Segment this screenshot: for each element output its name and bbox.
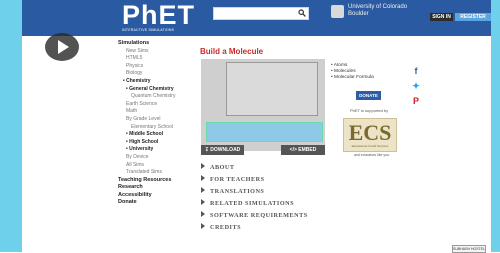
- nav-general-chemistry[interactable]: • General Chemistry: [118, 86, 198, 94]
- sponsor-logo-subtitle: Educational Credit Services: [351, 144, 389, 148]
- nav-research[interactable]: Research: [118, 184, 198, 192]
- topic-list: • Atoms • Molecules • Molecular Formula: [331, 63, 374, 81]
- section-about[interactable]: ABOUT: [201, 162, 308, 174]
- download-icon: ↧: [204, 147, 209, 153]
- nav-chemistry[interactable]: • Chemistry: [118, 78, 198, 86]
- nav-translated-sims[interactable]: Translated Sims: [118, 169, 198, 177]
- section-translations[interactable]: TRANSLATIONS: [201, 186, 308, 198]
- info-sections: ABOUT FOR TEACHERS TRANSLATIONS RELATED …: [201, 162, 308, 234]
- section-for-teachers[interactable]: FOR TEACHERS: [201, 174, 308, 186]
- social-links: f ✦ P: [411, 64, 421, 109]
- download-button[interactable]: ↧ DOWNLOAD: [201, 145, 244, 155]
- university-city: Boulder: [348, 11, 369, 17]
- nav-teaching-resources[interactable]: Teaching Resources: [118, 177, 198, 185]
- nav-by-grade-level[interactable]: By Grade Level: [118, 116, 198, 124]
- nav-university[interactable]: • University: [118, 146, 198, 154]
- expand-arrow-icon: [201, 223, 205, 229]
- nav-by-device[interactable]: By Device: [118, 154, 198, 162]
- sponsor-tagline: and educators like you.: [354, 153, 390, 157]
- twitter-icon[interactable]: ✦: [411, 79, 421, 94]
- expand-arrow-icon: [201, 199, 205, 205]
- nav-html5[interactable]: HTML5: [118, 55, 198, 63]
- nav-middle-school[interactable]: • Middle School: [118, 131, 198, 139]
- nav-biology[interactable]: Biology: [118, 70, 198, 78]
- nav-new-sims[interactable]: New Sims: [118, 48, 198, 56]
- sim-preview-panel: [226, 62, 318, 116]
- expand-arrow-icon: [201, 187, 205, 193]
- nav-math[interactable]: Math: [118, 108, 198, 116]
- logo-text: PhET: [122, 0, 196, 30]
- nav-all-sims[interactable]: All Sims: [118, 162, 198, 170]
- sim-preview-video[interactable]: [201, 59, 325, 151]
- supported-by-text: PhET is supported by: [350, 108, 389, 113]
- cu-logo-icon: [331, 5, 344, 18]
- topic-item: • Molecular Formula: [331, 75, 374, 80]
- sign-in-button[interactable]: SIGN IN: [430, 13, 453, 21]
- embed-button[interactable]: </> EMBED: [281, 145, 325, 155]
- logo-subtitle: INTERACTIVE SIMULATIONS: [122, 28, 175, 32]
- right-background-strip: [491, 0, 500, 252]
- sponsor-logo-text: ECS: [348, 120, 392, 145]
- play-icon: [58, 40, 69, 54]
- pinterest-icon[interactable]: P: [411, 94, 421, 109]
- facebook-icon[interactable]: f: [411, 64, 421, 79]
- sim-preview-bin: [206, 122, 323, 142]
- search-input[interactable]: [213, 7, 309, 20]
- expand-arrow-icon: [201, 175, 205, 181]
- university-name: University of Colorado: [348, 4, 408, 10]
- nav-accessibility[interactable]: Accessibility: [118, 192, 198, 200]
- nav-elementary-school[interactable]: Elementary School: [118, 124, 198, 132]
- section-credits[interactable]: CREDITS: [201, 222, 308, 234]
- sim-title: Build a Molecule: [200, 47, 264, 56]
- nav-simulations[interactable]: Simulations: [118, 40, 198, 48]
- section-software-requirements[interactable]: SOFTWARE REQUIREMENTS: [201, 210, 308, 222]
- nav-high-school[interactable]: • High School: [118, 139, 198, 147]
- section-related-simulations[interactable]: RELATED SIMULATIONS: [201, 198, 308, 210]
- sponsor-logo[interactable]: ECS Educational Credit Services: [343, 118, 397, 152]
- nav-donate[interactable]: Donate: [118, 199, 198, 207]
- search-icon[interactable]: [298, 9, 306, 17]
- nav-quantum-chemistry[interactable]: Quantum Chemistry: [118, 93, 198, 101]
- nav-physics[interactable]: Physics: [118, 63, 198, 71]
- register-button[interactable]: REGISTER: [455, 13, 491, 21]
- expand-arrow-icon: [201, 163, 205, 169]
- download-label: DOWNLOAD: [210, 147, 241, 153]
- sidebar-nav: Simulations New Sims HTML5 Physics Biolo…: [118, 40, 198, 207]
- left-background-strip: [0, 0, 22, 252]
- donate-button[interactable]: DONATE: [356, 91, 381, 100]
- phet-logo[interactable]: PhET INTERACTIVE SIMULATIONS: [122, 1, 194, 34]
- expand-arrow-icon: [201, 211, 205, 217]
- nav-earth-science[interactable]: Earth Science: [118, 101, 198, 109]
